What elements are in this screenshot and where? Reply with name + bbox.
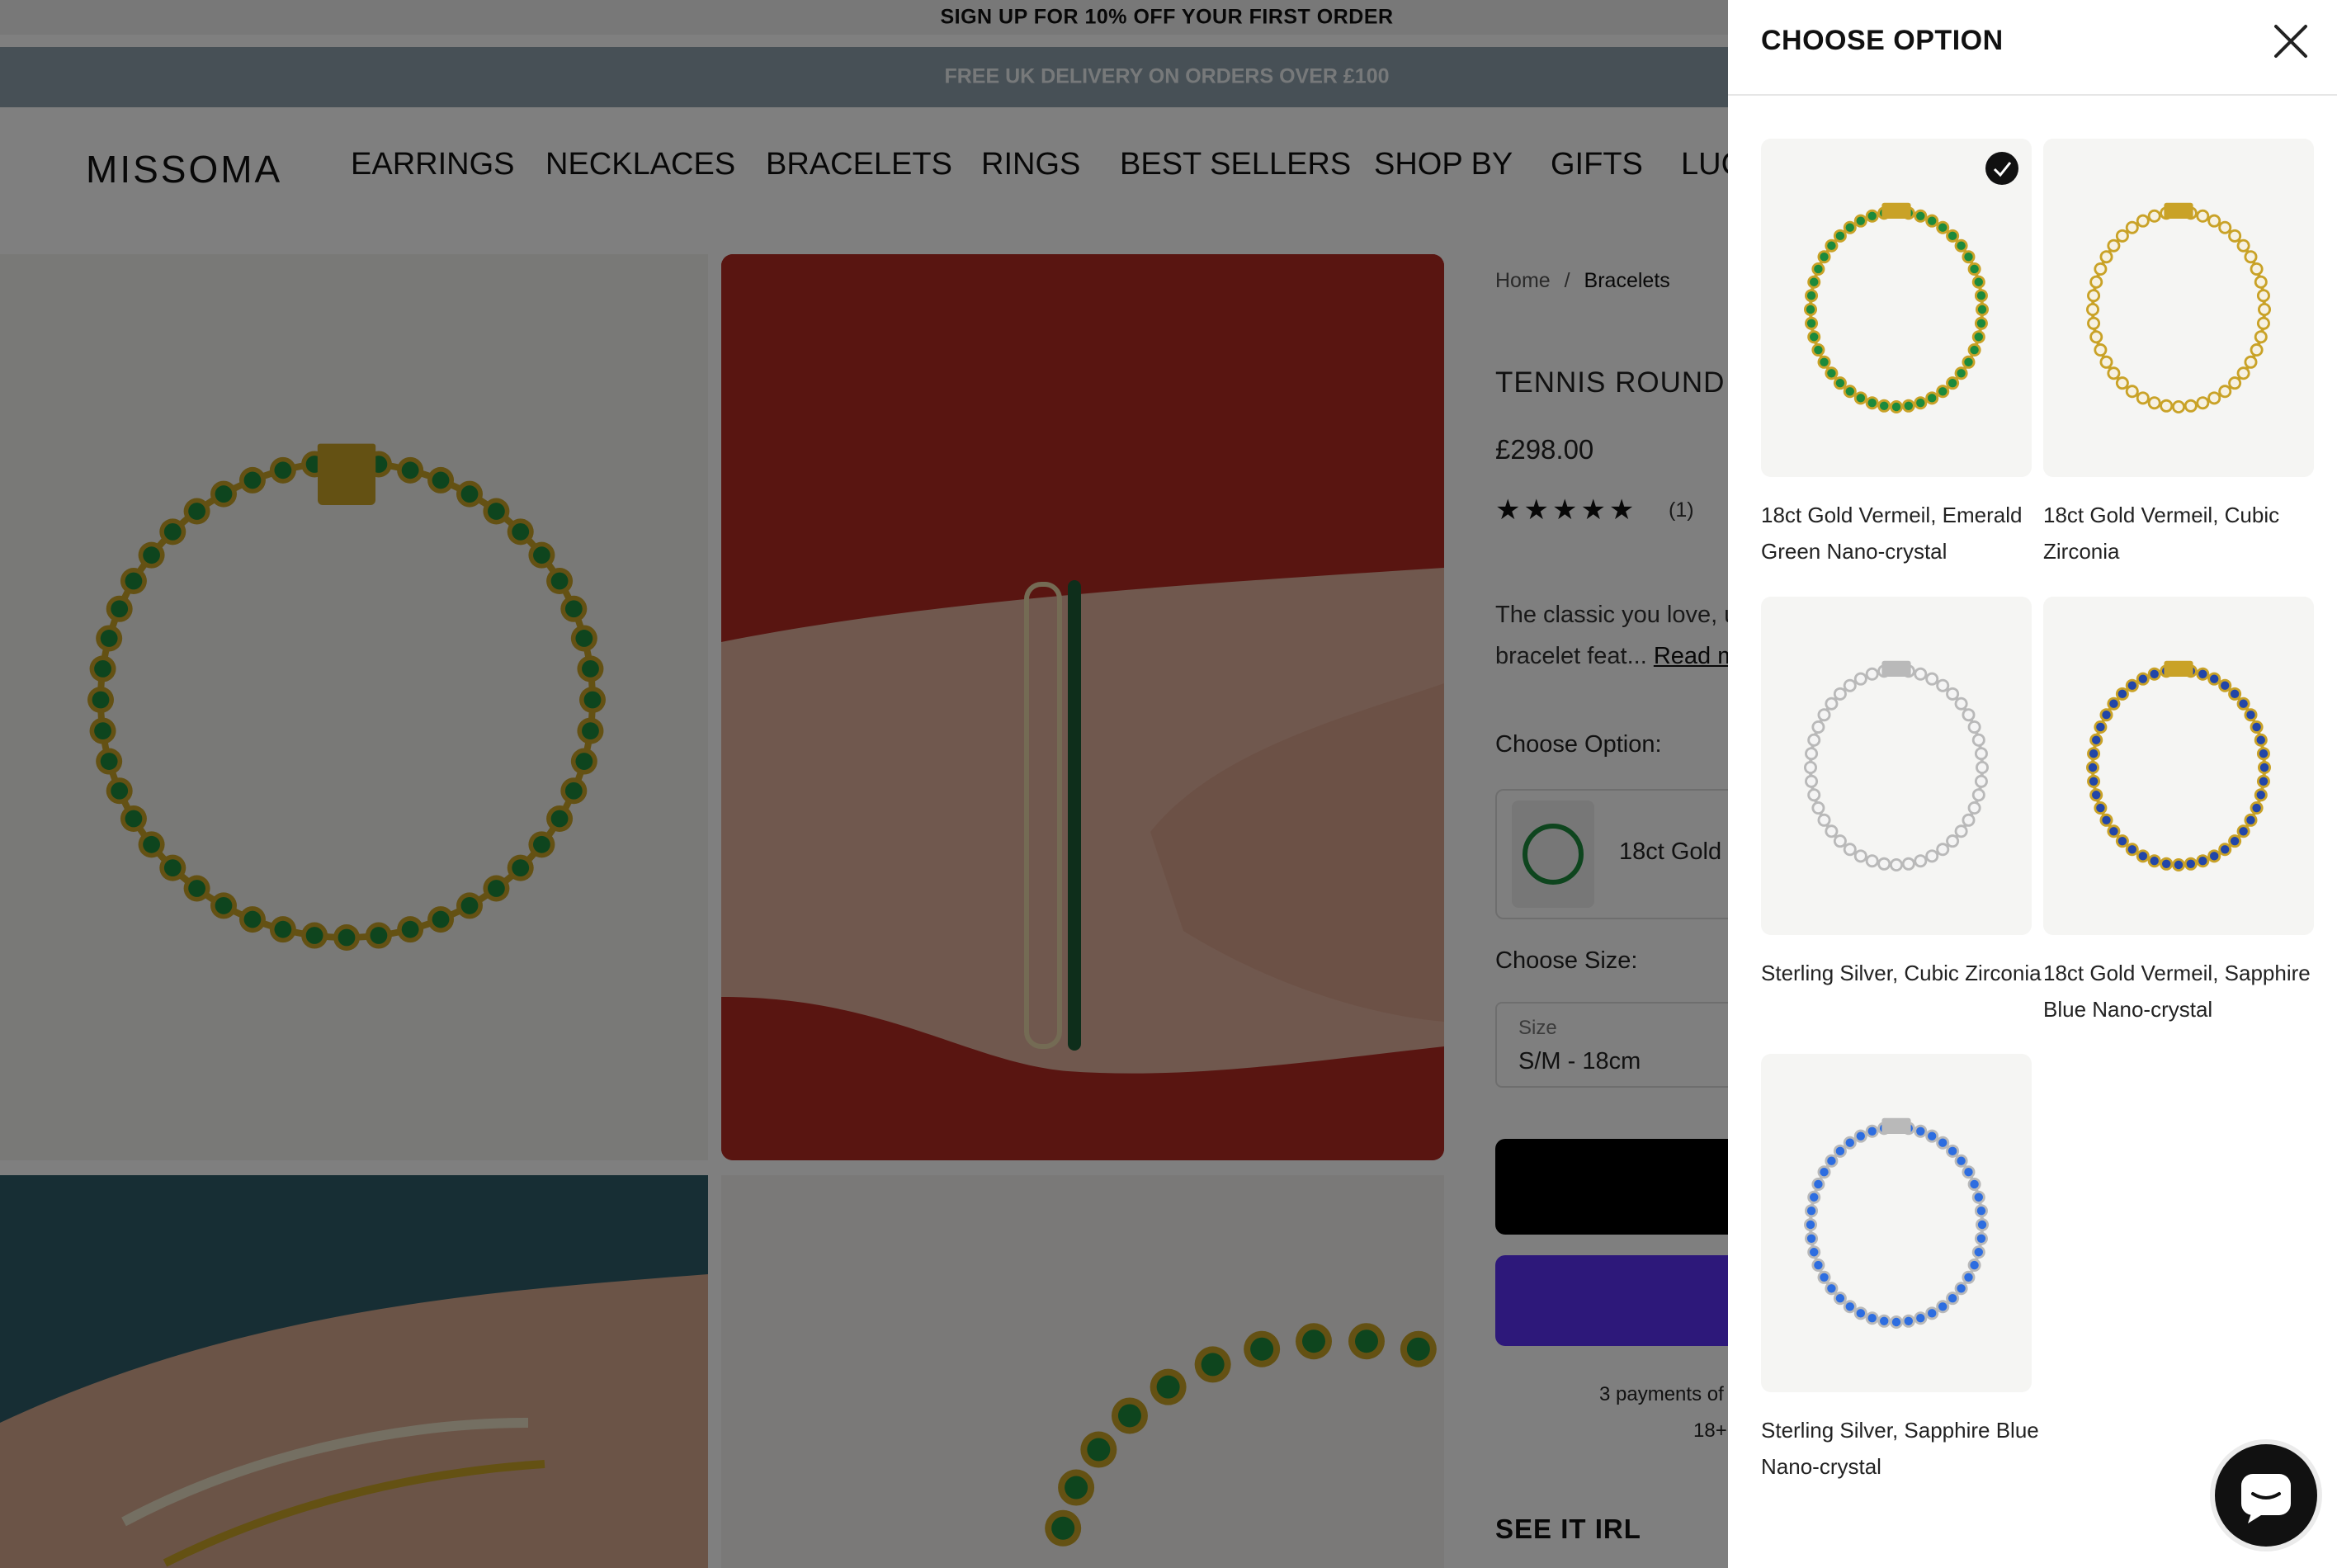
chat-icon[interactable] <box>2215 1444 2317 1547</box>
option-label: 18ct Gold Vermeil, Sapphire Blue Nano-cr… <box>2043 961 2311 1022</box>
modal-overlay[interactable] <box>0 0 1728 1568</box>
option-card-gold-emerald[interactable]: 18ct Gold Vermeil, Emerald Green Nano-cr… <box>1761 139 2032 569</box>
drawer-divider <box>1728 94 2337 96</box>
option-image <box>1761 597 2032 935</box>
option-image <box>2043 597 2314 935</box>
option-image <box>2043 139 2314 477</box>
checkmark-icon <box>1985 152 2018 185</box>
option-card-silver-cz[interactable]: Sterling Silver, Cubic Zirconia <box>1761 597 2042 991</box>
option-label: 18ct Gold Vermeil, Emerald Green Nano-cr… <box>1761 503 2023 564</box>
option-card-gold-cz[interactable]: 18ct Gold Vermeil, Cubic Zirconia <box>2043 139 2314 569</box>
option-label: 18ct Gold Vermeil, Cubic Zirconia <box>2043 503 2280 564</box>
choose-option-drawer: CHOOSE OPTION 18ct Gold Vermeil, Emerald… <box>1728 0 2337 1568</box>
option-image <box>1761 139 2032 477</box>
option-label: Sterling Silver, Cubic Zirconia <box>1761 961 2042 985</box>
option-card-gold-sapphire[interactable]: 18ct Gold Vermeil, Sapphire Blue Nano-cr… <box>2043 597 2314 1027</box>
close-icon[interactable] <box>2271 21 2311 61</box>
option-label: Sterling Silver, Sapphire Blue Nano-crys… <box>1761 1418 2039 1479</box>
drawer-title: CHOOSE OPTION <box>1761 25 2004 56</box>
option-image <box>1761 1054 2032 1392</box>
option-card-silver-sapphire[interactable]: Sterling Silver, Sapphire Blue Nano-crys… <box>1761 1054 2039 1485</box>
